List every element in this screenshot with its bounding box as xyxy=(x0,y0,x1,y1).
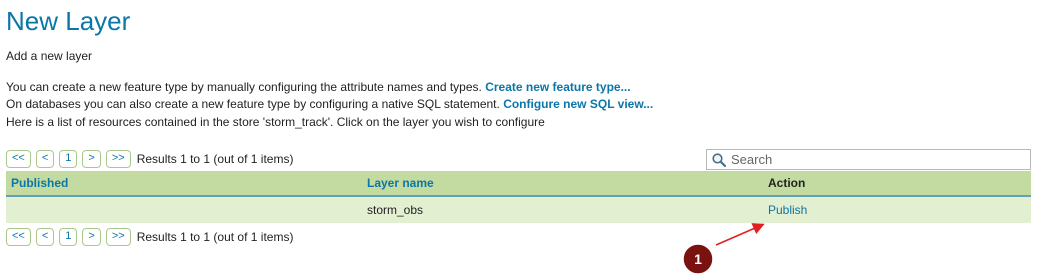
first-page-button-bottom[interactable]: << xyxy=(6,227,31,246)
description-line-1: You can create a new feature type by man… xyxy=(6,80,631,94)
header-layer-name[interactable]: Layer name xyxy=(367,176,768,190)
search-icon xyxy=(711,152,727,168)
first-page-button[interactable]: << xyxy=(6,149,31,168)
description-text-1: You can create a new feature type by man… xyxy=(6,80,486,94)
annotation-arrow xyxy=(715,223,765,246)
table-row: storm_obs Publish xyxy=(6,197,1031,223)
header-published[interactable]: Published xyxy=(6,176,367,190)
prev-page-button-bottom[interactable]: < xyxy=(35,227,55,246)
pager-top: << < 1 > >> Results 1 to 1 (out of 1 ite… xyxy=(6,149,293,168)
next-page-button[interactable]: > xyxy=(82,149,101,168)
create-feature-type-link[interactable]: Create new feature type... xyxy=(485,80,630,94)
page-title: New Layer xyxy=(6,6,131,36)
prev-page-button[interactable]: < xyxy=(35,149,55,168)
annotation-badge xyxy=(682,243,714,275)
last-page-button-bottom[interactable]: >> xyxy=(105,227,131,246)
cell-action: Publish xyxy=(768,203,1031,217)
results-info: Results 1 to 1 (out of 1 items) xyxy=(136,151,294,166)
cell-layer-name: storm_obs xyxy=(367,203,424,217)
search-input[interactable] xyxy=(731,152,1021,167)
next-page-button-bottom[interactable]: > xyxy=(82,227,101,246)
page-subtitle: Add a new layer xyxy=(6,49,93,63)
description-line-2: On databases you can also create a new f… xyxy=(6,97,653,111)
description-line-3: Here is a list of resources contained in… xyxy=(6,115,545,129)
results-info-bottom: Results 1 to 1 (out of 1 items) xyxy=(136,229,294,244)
description-text-2: On databases you can also create a new f… xyxy=(6,97,504,111)
table-header: Published Layer name Action xyxy=(6,171,1031,197)
header-action: Action xyxy=(768,176,806,190)
configure-sql-view-link[interactable]: Configure new SQL view... xyxy=(503,97,653,111)
pager-bottom: << < 1 > >> Results 1 to 1 (out of 1 ite… xyxy=(6,227,293,246)
page-1-button-bottom[interactable]: 1 xyxy=(59,227,78,246)
publish-link[interactable]: Publish xyxy=(768,203,807,217)
layers-table: Published Layer name Action storm_obs Pu… xyxy=(6,171,1031,223)
annotation-number: 1 xyxy=(694,251,702,267)
last-page-button[interactable]: >> xyxy=(105,149,131,168)
search-box xyxy=(706,149,1031,170)
page-1-button[interactable]: 1 xyxy=(59,149,78,168)
